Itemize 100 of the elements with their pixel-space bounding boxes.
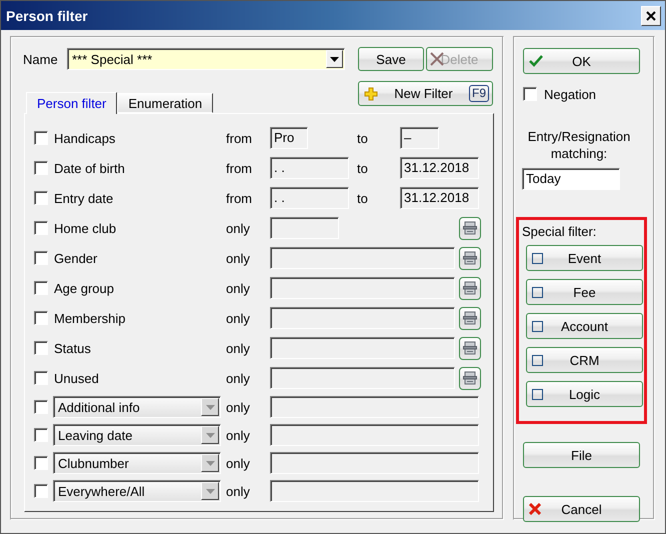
input-field[interactable] [270,307,455,329]
input-field[interactable] [270,277,455,299]
special-filter-button[interactable]: Logic [526,381,643,407]
field-select[interactable]: Clubnumber [53,452,221,474]
caret-icon [206,404,214,410]
special-filter-label: Special filter: [522,224,598,239]
input-field[interactable] [270,247,455,269]
input-field[interactable]: Today [522,168,620,190]
filter-label: Age group [54,280,115,296]
special-filter-button[interactable]: CRM [526,347,643,373]
save-button[interactable]: Save [358,47,424,71]
new-filter-button[interactable]: New Filter F9 [358,81,493,106]
picker-button[interactable] [459,216,481,240]
filter-label: Gender [54,250,98,266]
stack-icon [463,341,477,355]
filter-label: Entry date [54,190,114,206]
checkbox[interactable] [34,428,48,442]
checkbox[interactable] [34,484,48,498]
negation-label: Negation [544,86,596,102]
checkbox[interactable] [34,191,48,205]
checkbox[interactable] [34,371,48,385]
input-field[interactable] [270,452,479,474]
stack-icon [463,221,477,235]
checkbox[interactable] [34,251,48,265]
stack-icon [463,311,477,325]
operator-label: only [226,340,251,356]
input-field[interactable] [270,396,479,418]
to-label: to [357,160,369,176]
operator-label: only [226,370,251,386]
operator-label: only [226,280,251,296]
to-label: to [357,190,369,206]
tab[interactable]: Person filter [26,92,118,114]
caret-icon [206,488,214,494]
checkbox[interactable] [34,221,48,235]
operator-label: only [226,428,251,442]
operator-label: only [226,220,251,236]
checkbox[interactable] [34,131,48,145]
input-field[interactable] [270,367,455,389]
input-field[interactable]: 31.12.2018 [400,157,479,179]
filter-label: Date of birth [54,160,126,176]
filter-label: Membership [54,310,127,326]
close-icon [529,503,541,515]
operator-label: only [226,250,251,266]
stack-icon [463,371,477,385]
operator-label: from [226,160,253,176]
shortcut-key: F9 [468,85,489,102]
picker-button[interactable] [459,246,481,270]
tab[interactable]: Enumeration [117,93,214,113]
caret-icon [206,432,214,438]
close-button[interactable] [641,6,661,26]
name-combo[interactable]: *** Special *** [67,48,345,70]
filter-label: Home club [54,220,118,236]
cancel-button[interactable]: Cancel [523,496,640,522]
operator-label: only [226,400,251,414]
caret-icon [206,460,214,466]
checkbox[interactable] [34,311,48,325]
input-field[interactable] [270,480,479,502]
input-field[interactable]: Pro [270,127,308,149]
picker-button[interactable] [459,276,481,300]
special-filter-button[interactable]: Account [526,313,643,339]
checkbox[interactable] [523,87,537,101]
window-title: Person filter [6,8,88,24]
checkbox[interactable] [34,341,48,355]
name-label: Name [23,52,59,66]
plus-icon [364,86,378,100]
checkbox[interactable] [34,400,48,414]
check-icon [529,55,543,67]
file-button[interactable]: File [523,442,640,468]
field-select[interactable]: Everywhere/All [53,480,221,502]
filter-label: Status [54,340,92,356]
picker-button[interactable] [459,306,481,330]
operator-label: only [226,310,251,326]
input-field[interactable] [270,217,339,239]
checkbox[interactable] [34,456,48,470]
operator-label: only [226,456,251,470]
input-field[interactable]: . . [270,187,349,209]
special-filter-button[interactable]: Event [526,245,643,271]
operator-label: from [226,190,253,206]
input-field[interactable]: – [400,127,439,149]
picker-button[interactable] [459,366,481,390]
caret-icon [330,56,339,62]
input-field[interactable]: 31.12.2018 [400,187,479,209]
matching-label: Entry/Resignation matching: [526,128,632,162]
stack-icon [463,281,477,295]
close-icon [646,10,656,20]
checkbox[interactable] [34,161,48,175]
operator-label: from [226,130,253,146]
input-field[interactable]: . . [270,157,349,179]
to-label: to [357,130,369,146]
field-select[interactable]: Additional info [53,396,221,418]
input-field[interactable] [270,337,455,359]
field-select[interactable]: Leaving date [53,424,221,446]
operator-label: only [226,484,251,498]
stack-icon [463,251,477,265]
filter-label: Unused [54,370,100,386]
input-field[interactable] [270,424,479,446]
checkbox[interactable] [34,281,48,295]
special-filter-button[interactable]: Fee [526,279,643,305]
picker-button[interactable] [459,336,481,360]
ok-button[interactable]: OK [523,48,640,74]
